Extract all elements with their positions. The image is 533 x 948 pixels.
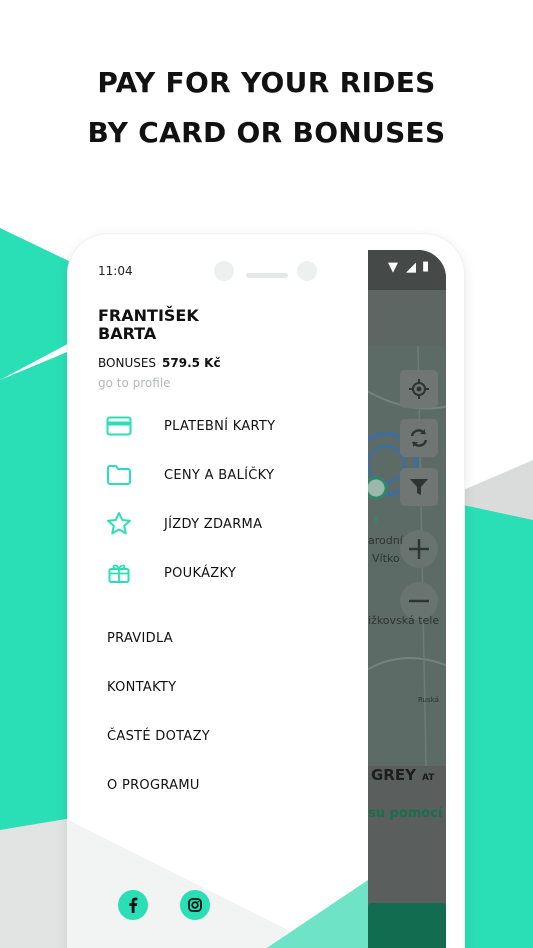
vehicle-name: GREY AT	[371, 766, 434, 784]
star-icon	[106, 511, 132, 537]
menu-item-label: JÍZDY ZDARMA	[164, 516, 263, 532]
menu-item-free-rides[interactable]: JÍZDY ZDARMA	[106, 509, 346, 539]
user-first-name: FRANTIŠEK	[98, 306, 199, 325]
battery-icon: ▮	[422, 259, 430, 274]
map-status-bar: ▼ ◢ ▮	[368, 250, 446, 290]
menu-item-label: PLATEBNÍ KARTY	[164, 418, 276, 434]
user-last-name: BARTA	[98, 324, 157, 343]
status-time: 11:04	[98, 264, 133, 278]
decorative-shapes	[68, 820, 368, 948]
menu-item-about[interactable]: O PROGRAMU	[107, 778, 200, 793]
facebook-icon	[129, 897, 138, 913]
credit-card-icon	[106, 413, 132, 439]
instagram-button[interactable]	[180, 890, 210, 920]
primary-action-button[interactable]	[368, 903, 446, 948]
menu-item-vouchers[interactable]: POUKÁZKY	[106, 558, 346, 588]
wifi-icon: ▼	[388, 260, 398, 275]
map-label-narodni: arodní	[368, 534, 403, 547]
vehicle-name-text: GREY	[371, 766, 416, 784]
plus-icon	[409, 539, 429, 559]
map-top-bar	[368, 290, 446, 346]
cell-signal-icon: ◢	[406, 260, 416, 275]
headline: PAY FOR YOUR RIDES BY CARD OR BONUSES	[0, 58, 533, 158]
instagram-icon	[188, 898, 202, 912]
filter-icon	[410, 479, 428, 495]
go-to-profile-link[interactable]: go to profile	[98, 376, 171, 390]
menu-item-faq[interactable]: ČASTÉ DOTAZY	[107, 729, 210, 744]
crosshair-icon	[409, 379, 429, 399]
gift-icon	[106, 560, 132, 586]
earpiece-speaker	[246, 273, 288, 278]
front-camera	[214, 261, 234, 281]
map-label-ruska: Ruská	[418, 696, 439, 704]
map-area[interactable]: arodní Vítko ižkovská tele Ruská	[368, 346, 446, 766]
front-sensor	[297, 261, 317, 281]
map-label-zizkovska: ižkovská tele	[368, 614, 440, 627]
navigation-drawer: 11:04 FRANTIŠEK BARTA BONUSES 579.5 Kč go…	[68, 250, 368, 948]
map-label-vitkov: Vítko	[372, 552, 400, 565]
action-link[interactable]: su pomocí	[368, 806, 442, 821]
phone-frame: ▼ ◢ ▮ arodní Vítko ižkovská tele Ruská G…	[68, 234, 464, 948]
headline-line-1: PAY FOR YOUR RIDES	[97, 66, 436, 99]
locate-me-button[interactable]	[400, 370, 438, 408]
vehicle-name-suffix: AT	[421, 773, 435, 783]
menu-item-rules[interactable]: PRAVIDLA	[107, 631, 173, 646]
menu-item-contacts[interactable]: KONTAKTY	[107, 680, 176, 695]
refresh-icon	[410, 429, 428, 447]
menu-item-payment-cards[interactable]: PLATEBNÍ KARTY	[106, 411, 346, 441]
zoom-in-button[interactable]	[400, 530, 438, 568]
menu-item-label: CENY A BALÍČKY	[164, 467, 275, 483]
bonus-balance: BONUSES 579.5 Kč	[98, 356, 221, 370]
minus-icon	[409, 599, 429, 603]
filter-button[interactable]	[400, 468, 438, 506]
bonus-amount: 579.5 Kč	[162, 356, 221, 370]
refresh-button[interactable]	[400, 419, 438, 457]
facebook-button[interactable]	[118, 890, 148, 920]
headline-line-2: BY CARD OR BONUSES	[87, 116, 446, 149]
bonus-label: BONUSES	[98, 356, 157, 370]
map-view[interactable]: ▼ ◢ ▮ arodní Vítko ižkovská tele Ruská G…	[368, 250, 446, 948]
user-name: FRANTIŠEK BARTA	[98, 307, 199, 343]
menu-item-prices-packages[interactable]: CENY A BALÍČKY	[106, 460, 346, 490]
folder-icon	[106, 462, 132, 488]
menu-item-label: POUKÁZKY	[164, 565, 237, 581]
phone-screen: ▼ ◢ ▮ arodní Vítko ižkovská tele Ruská G…	[68, 250, 446, 948]
drawer-decoration	[68, 810, 368, 948]
